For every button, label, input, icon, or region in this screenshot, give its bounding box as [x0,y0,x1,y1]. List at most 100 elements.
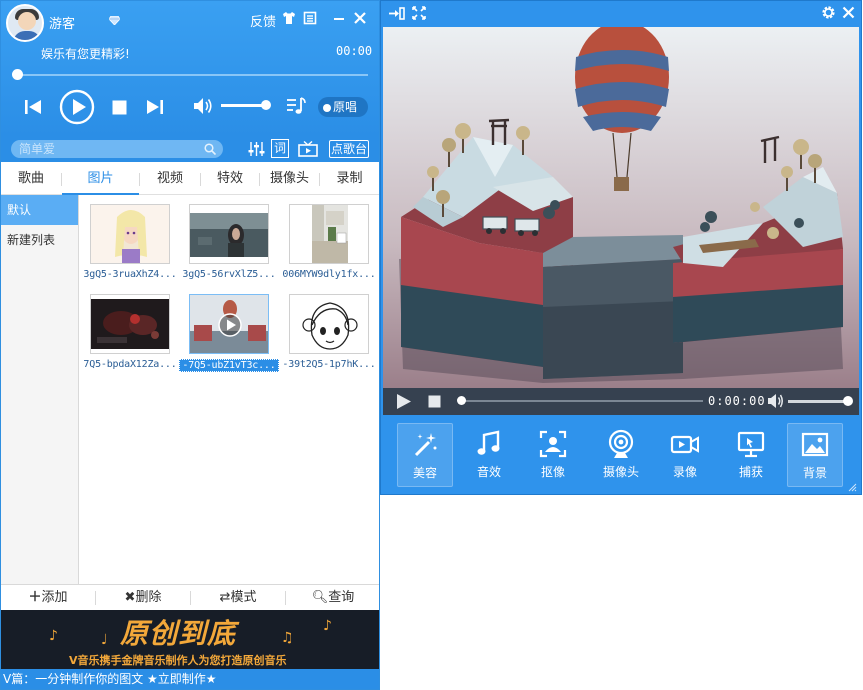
request-song-button[interactable]: 点歌台 [329,140,369,158]
video-play-icon[interactable] [396,393,412,410]
search-icon: 🔍︎ [311,590,329,605]
repeat-icon: ⇄ [219,590,231,605]
avatar[interactable] [6,4,44,42]
search-icon[interactable] [204,143,216,155]
lyrics-button[interactable]: 词 [271,139,289,158]
fx-label: 录像 [672,465,697,479]
diamond-icon[interactable] [109,16,120,25]
close-icon[interactable] [353,11,367,25]
grid-item[interactable]: -39t2Q5-1p7hK... [279,294,379,370]
image-thumbnail[interactable] [189,204,269,264]
feedback-link[interactable]: 反馈 [250,11,276,30]
media-tabs: 歌曲 图片 视频 特效 摄像头 录制 [1,162,379,195]
music-note-icon: ♫ [281,630,294,646]
fullscreen-icon[interactable] [412,6,426,20]
grid-item[interactable]: 3gQ5-56rvXlZ5... [179,204,279,280]
video-volume-slider[interactable] [788,400,848,403]
tab-effects[interactable]: 特效 [201,162,259,195]
grid-item[interactable]: 006MYW9dly1fx... [279,204,379,280]
video-time: 0:00:00 [708,394,766,408]
image-thumbnail[interactable] [289,294,369,354]
low-poly-island-scene [399,27,843,383]
capture-button[interactable]: 捕获 [723,423,779,487]
grid-item[interactable]: 3gQ5-3ruaXhZ4... [80,204,180,280]
fx-label: 抠像 [540,465,565,479]
query-button[interactable]: 🔍︎查询 [286,585,380,611]
banner-subtitle: V音乐携手金牌音乐制作人为您打造原创音乐 [69,654,287,667]
tab-songs[interactable]: 歌曲 [1,162,61,195]
volume-icon[interactable] [193,97,213,115]
tab-videos[interactable]: 视频 [140,162,200,195]
music-note-icon [477,430,500,455]
record-video-button[interactable]: 录像 [657,423,713,487]
chroma-key-button[interactable]: 抠像 [525,423,581,487]
equalizer-icon[interactable] [248,141,265,157]
video-volume-icon[interactable] [767,393,784,409]
stop-icon[interactable] [112,100,127,115]
effects-toolbar: 美容 音效 抠像 摄像头 录像 捕获 背景 [381,415,861,494]
list-toolbar: ＋添加 ✖删除 ⇄模式 🔍︎查询 [1,584,379,610]
video-progress-knob[interactable] [457,396,466,405]
playback-progress-bar[interactable] [17,74,368,76]
playlist-music-icon[interactable] [286,96,306,116]
username[interactable]: 游客 [49,13,75,32]
video-camera-icon [670,435,699,454]
tv-icon[interactable] [298,141,318,157]
image-thumbnail[interactable] [189,294,269,354]
video-window-titlebar [381,1,861,27]
beauty-button[interactable]: 美容 [397,423,453,487]
promo-ticker[interactable]: V篇：一分钟制作你的图文 ★立即制作★ [1,669,379,689]
sound-effect-button[interactable]: 音效 [461,423,517,487]
background-button[interactable]: 背景 [787,423,843,487]
image-thumbnail[interactable] [90,294,170,354]
tab-camera[interactable]: 摄像头 [260,162,319,195]
image-caption: 3gQ5-56rvXlZ5... [182,269,276,280]
volume-knob[interactable] [261,100,271,110]
sidebar-item-new-list[interactable]: 新建列表 [1,225,78,255]
original-vocal-toggle[interactable]: 原唱 [318,97,368,117]
video-preview[interactable] [383,27,859,388]
tab-images[interactable]: 图片 [62,162,139,195]
image-caption: -7Q5-ubZ1vT3c... [179,359,279,372]
mode-button[interactable]: ⇄模式 [191,585,285,611]
gear-icon[interactable] [821,5,836,20]
fx-label: 音效 [476,465,501,479]
menu-list-icon[interactable] [303,11,317,25]
video-controls: 0:00:00 [383,388,859,415]
grid-item-selected[interactable]: -7Q5-ubZ1vT3c... [179,294,279,372]
close-icon[interactable] [842,6,855,19]
music-note-icon: ♩ [101,632,108,648]
volume-slider[interactable] [221,104,266,107]
pin-window-icon[interactable] [389,7,405,20]
image-caption: 006MYW9dly1fx... [282,269,376,280]
camera-button[interactable]: 摄像头 [593,423,649,487]
grid-item[interactable]: 7Q5-bpdaX12Za... [80,294,180,370]
song-search-input[interactable] [11,140,223,158]
magic-wand-icon [414,433,437,457]
ad-banner[interactable]: ♪ ♩ ♫ ♪ 原创到底 V音乐携手金牌音乐制作人为您打造原创音乐 [1,610,379,669]
delete-button[interactable]: ✖删除 [96,585,190,611]
image-thumbnail[interactable] [90,204,170,264]
playback-progress-knob[interactable] [12,69,23,80]
video-volume-knob[interactable] [843,396,853,406]
webcam-icon [608,429,634,458]
video-effects-window: 0:00:00 美容 音效 抠像 摄像头 录像 捕获 背景 [380,0,862,495]
video-stop-icon[interactable] [428,395,441,408]
next-icon[interactable] [146,98,164,116]
cutout-portrait-icon [539,430,567,458]
resize-grip-icon[interactable] [847,482,857,492]
playlist-sidebar: 默认 新建列表 [1,195,79,584]
add-button[interactable]: ＋添加 [1,585,95,611]
fx-label: 摄像头 [602,465,639,479]
skin-shirt-icon[interactable] [282,11,296,25]
play-button[interactable] [59,89,95,125]
image-thumbnail[interactable] [289,204,369,264]
banner-title: 原创到底 [120,617,237,650]
previous-icon[interactable] [24,98,42,116]
tab-record[interactable]: 录制 [320,162,379,195]
video-progress-bar[interactable] [461,400,703,402]
image-caption: 7Q5-bpdaX12Za... [83,359,177,370]
sidebar-item-default[interactable]: 默认 [1,195,78,225]
minimize-icon[interactable] [332,11,346,25]
image-caption: 3gQ5-3ruaXhZ4... [83,269,177,280]
